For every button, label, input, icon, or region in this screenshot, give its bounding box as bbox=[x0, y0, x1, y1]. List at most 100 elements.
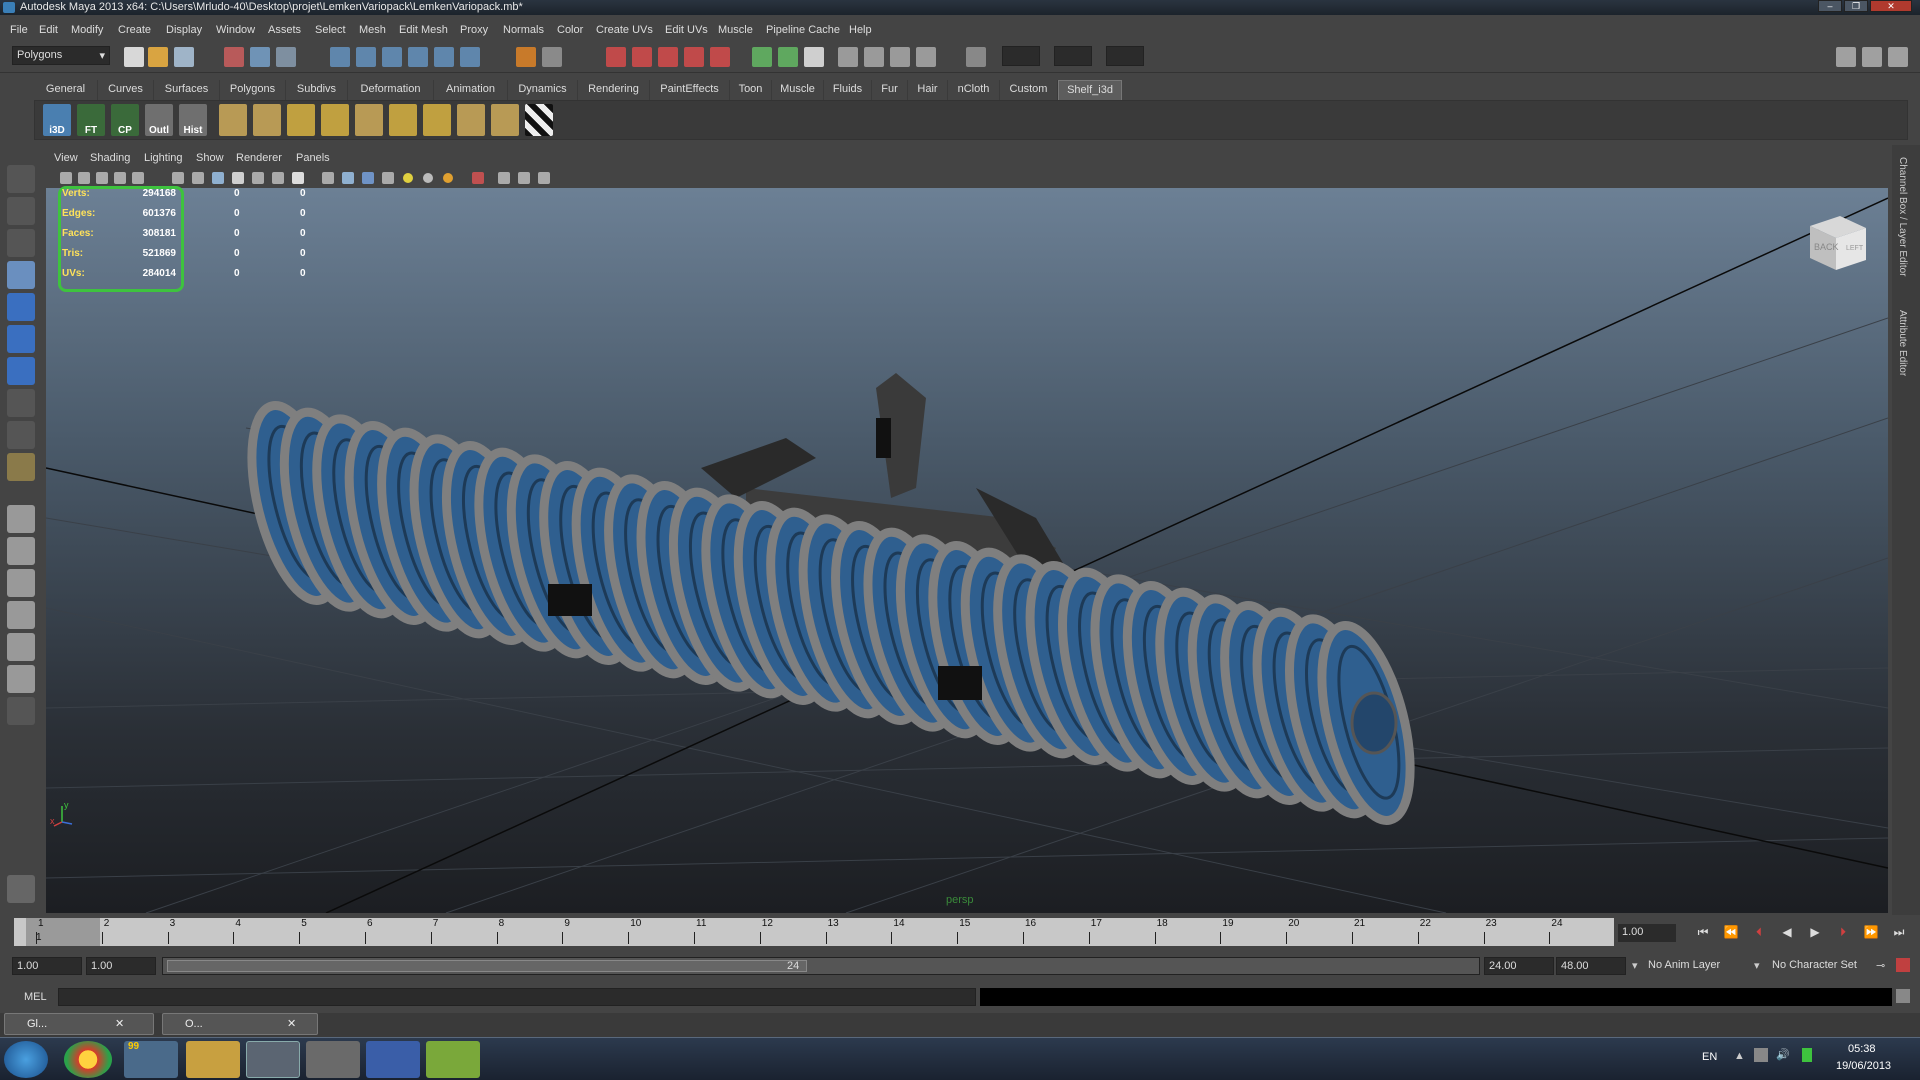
tab-painteffects[interactable]: PaintEffects bbox=[650, 80, 730, 100]
menu-help[interactable]: Help bbox=[849, 24, 872, 36]
tab-fur[interactable]: Fur bbox=[872, 80, 908, 100]
center-pivot-icon[interactable]: CP bbox=[111, 104, 139, 136]
hypershade-layout-icon[interactable] bbox=[7, 633, 35, 661]
render-settings-icon[interactable] bbox=[684, 47, 704, 67]
render-current-icon[interactable] bbox=[632, 47, 652, 67]
tray-chevron-icon[interactable]: ▲ bbox=[1734, 1050, 1745, 1062]
history-icon[interactable] bbox=[460, 47, 480, 67]
vp-menu-lighting[interactable]: Lighting bbox=[144, 152, 183, 164]
camera-icon[interactable] bbox=[838, 47, 858, 67]
select-object-icon[interactable] bbox=[250, 47, 270, 67]
battery-icon[interactable] bbox=[1802, 1048, 1812, 1062]
snap-plane-icon[interactable] bbox=[408, 47, 428, 67]
close-button[interactable]: ✕ bbox=[1870, 0, 1912, 12]
time-slider[interactable]: 1 1 2 3 4 5 6 7 8 9 10 11 12 13 14 15 16 17 18 19 20 21 22 23 2… bbox=[14, 918, 1614, 946]
delete-history-icon[interactable]: Hist bbox=[179, 104, 207, 136]
menu-normals[interactable]: Normals bbox=[503, 24, 544, 36]
shelf-tool-2-icon[interactable] bbox=[253, 104, 281, 136]
layout-chevron-icon[interactable] bbox=[7, 697, 35, 725]
snap-curve-icon[interactable] bbox=[356, 47, 376, 67]
scale-tool-icon[interactable] bbox=[7, 325, 35, 353]
tab-fluids[interactable]: Fluids bbox=[824, 80, 872, 100]
hypershade-icon[interactable] bbox=[710, 47, 730, 67]
menu-assets[interactable]: Assets bbox=[268, 24, 301, 36]
go-to-end-icon[interactable]: ⏭ bbox=[1888, 925, 1910, 943]
channel-box-tab[interactable]: Channel Box / Layer Editor bbox=[1897, 157, 1908, 277]
snap-grid-icon[interactable] bbox=[330, 47, 350, 67]
shelf-tool-7-icon[interactable] bbox=[423, 104, 451, 136]
network-icon[interactable] bbox=[1754, 1048, 1768, 1062]
step-back-frame-icon[interactable]: ⏪ bbox=[1720, 925, 1742, 943]
snapshot-icon[interactable] bbox=[890, 47, 910, 67]
shelf-tool-8-icon[interactable] bbox=[457, 104, 485, 136]
freeze-transform-icon[interactable]: FT bbox=[77, 104, 105, 136]
shelf-tool-6-icon[interactable] bbox=[389, 104, 417, 136]
menu-display[interactable]: Display bbox=[166, 24, 202, 36]
range-start-field[interactable]: 1.00 bbox=[86, 957, 156, 975]
script-editor-icon[interactable] bbox=[7, 875, 35, 903]
current-frame-field[interactable]: 1.00 bbox=[1618, 924, 1676, 942]
lasso-tool-icon[interactable] bbox=[7, 197, 35, 225]
clock-time[interactable]: 05:38 bbox=[1848, 1043, 1876, 1055]
language-indicator[interactable]: EN bbox=[1702, 1051, 1717, 1063]
menu-modify[interactable]: Modify bbox=[71, 24, 103, 36]
move-tool-icon[interactable] bbox=[7, 261, 35, 289]
select-tool-icon[interactable] bbox=[7, 165, 35, 193]
clock-date[interactable]: 19/06/2013 bbox=[1836, 1060, 1891, 1072]
menu-set-dropdown[interactable]: Polygons ▾ bbox=[12, 46, 110, 65]
tab-toon[interactable]: Toon bbox=[730, 80, 772, 100]
step-forward-key-icon[interactable]: ⏵ bbox=[1832, 925, 1854, 943]
input-ops-icon[interactable] bbox=[516, 47, 536, 67]
checker-icon[interactable] bbox=[525, 104, 553, 136]
menu-proxy[interactable]: Proxy bbox=[460, 24, 488, 36]
menu-mesh[interactable]: Mesh bbox=[359, 24, 386, 36]
perspective-viewport[interactable]: BACK LEFT y x persp bbox=[46, 188, 1888, 913]
anim-layer-dropdown[interactable]: No Anim Layer bbox=[1648, 959, 1720, 971]
persp-graph-layout-icon[interactable] bbox=[7, 601, 35, 629]
layer-icon[interactable] bbox=[778, 47, 798, 67]
step-forward-frame-icon[interactable]: ⏩ bbox=[1860, 925, 1882, 943]
x-field[interactable] bbox=[1002, 46, 1040, 66]
play-backwards-icon[interactable]: ◀ bbox=[1776, 925, 1798, 943]
menu-muscle[interactable]: Muscle bbox=[718, 24, 753, 36]
i3d-export-icon[interactable]: i3D bbox=[43, 104, 71, 136]
attribute-editor-toggle-icon[interactable] bbox=[1862, 47, 1882, 67]
tab-rendering[interactable]: Rendering bbox=[578, 80, 650, 100]
output-ops-icon[interactable] bbox=[542, 47, 562, 67]
sidebar-toggle-icon[interactable] bbox=[804, 47, 824, 67]
minimize-button[interactable]: – bbox=[1818, 0, 1842, 12]
tab-custom[interactable]: Custom bbox=[1000, 80, 1058, 100]
script-editor-button-icon[interactable] bbox=[1896, 989, 1910, 1003]
chevron-down-icon[interactable]: ▾ bbox=[1754, 959, 1760, 972]
range-slider-bar[interactable] bbox=[167, 960, 807, 972]
menu-edit[interactable]: Edit bbox=[39, 24, 58, 36]
shelf-tool-9-icon[interactable] bbox=[491, 104, 519, 136]
vp-menu-show[interactable]: Show bbox=[196, 152, 224, 164]
tab-curves[interactable]: Curves bbox=[98, 80, 154, 100]
outliner-icon[interactable]: Outl bbox=[145, 104, 173, 136]
z-field[interactable] bbox=[1106, 46, 1144, 66]
close-icon[interactable]: ✕ bbox=[287, 1017, 296, 1030]
close-icon[interactable]: ✕ bbox=[115, 1017, 124, 1030]
ipr-render-icon[interactable] bbox=[658, 47, 678, 67]
tab-surfaces[interactable]: Surfaces bbox=[154, 80, 220, 100]
render-region-icon[interactable] bbox=[864, 47, 884, 67]
attribute-editor-tab[interactable]: Attribute Editor bbox=[1897, 310, 1908, 376]
tab-dynamics[interactable]: Dynamics bbox=[508, 80, 578, 100]
chrome-icon[interactable] bbox=[64, 1041, 112, 1078]
tab-general[interactable]: General bbox=[34, 80, 98, 100]
absolute-transform-icon[interactable] bbox=[966, 47, 986, 67]
y-field[interactable] bbox=[1054, 46, 1092, 66]
play-forwards-icon[interactable]: ▶ bbox=[1804, 925, 1826, 943]
vp-menu-view[interactable]: View bbox=[54, 152, 78, 164]
show-manip-icon[interactable] bbox=[7, 421, 35, 449]
range-slider[interactable]: 1 24 bbox=[162, 957, 1480, 975]
panel-layout-icon[interactable] bbox=[1836, 47, 1856, 67]
shelf-tool-4-icon[interactable] bbox=[321, 104, 349, 136]
anim-end-field[interactable]: 48.00 bbox=[1556, 957, 1626, 975]
save-scene-icon[interactable] bbox=[174, 47, 194, 67]
channel-box-toggle-icon[interactable] bbox=[1888, 47, 1908, 67]
tab-muscle[interactable]: Muscle bbox=[772, 80, 824, 100]
explorer-icon[interactable] bbox=[186, 1041, 240, 1078]
menu-color[interactable]: Color bbox=[557, 24, 583, 36]
